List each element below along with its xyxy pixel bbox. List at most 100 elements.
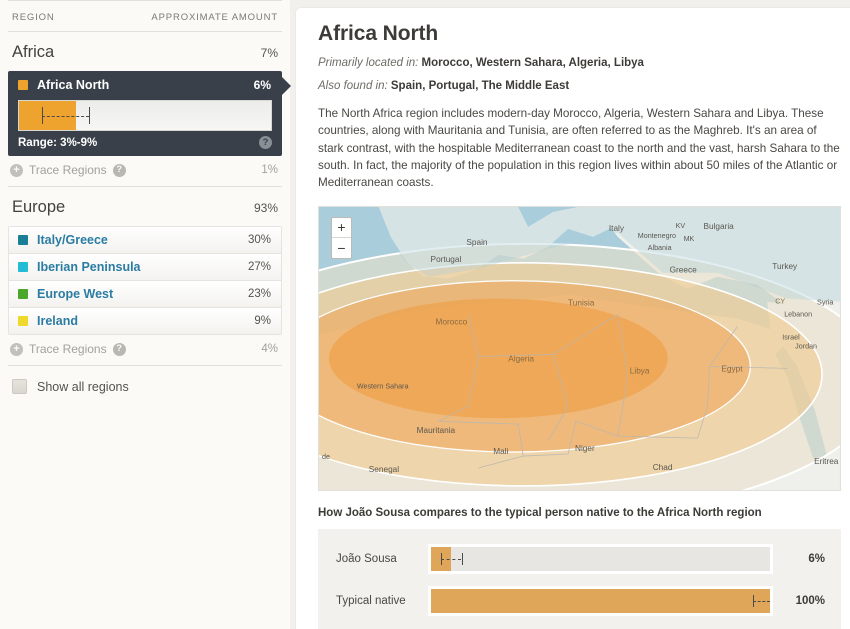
region-percent: 9% — [254, 315, 271, 327]
map-label: Egypt — [721, 364, 743, 373]
regions-sidebar: REGION APPROXIMATE AMOUNT Africa 7% Afri… — [0, 0, 291, 629]
comparison-label: Typical native — [336, 594, 406, 607]
region-detail-panel: Africa North Primarily located in: Moroc… — [290, 0, 850, 629]
map-label: Spain — [466, 237, 488, 246]
map-label: Niger — [575, 444, 595, 453]
region-color-swatch — [18, 235, 28, 245]
comparison-row-user: João Sousa 6% — [328, 541, 825, 577]
trace-regions-percent: 1% — [261, 164, 278, 176]
trace-regions-row-africa[interactable]: + Trace Regions ? 1% — [8, 156, 282, 187]
comparison-dashed-connector — [753, 600, 770, 602]
region-row-italy-greece[interactable]: Italy/Greece 30% — [9, 227, 281, 254]
map-label: CY — [775, 297, 785, 305]
map-label: MK — [684, 234, 695, 242]
range-label-row: Range: 3%-9% ? — [8, 131, 282, 156]
map-label: Lebanon — [784, 310, 812, 318]
column-header-amount: APPROXIMATE AMOUNT — [151, 12, 278, 23]
comparison-label: João Sousa — [336, 552, 397, 565]
group-name-europe: Europe — [12, 198, 66, 216]
group-header-europe[interactable]: Europe 93% — [8, 187, 282, 226]
map-label: Libya — [630, 366, 650, 375]
zoom-out-button[interactable]: − — [332, 238, 351, 258]
map-label: Mali — [493, 447, 508, 456]
map-label: Syria — [817, 298, 833, 306]
map-label: Morocco — [436, 317, 468, 326]
region-color-swatch — [18, 262, 28, 272]
comparison-track — [428, 585, 773, 616]
map-label: Jordan — [795, 342, 817, 350]
page-title: Africa North — [318, 22, 439, 45]
comparison-chart: João Sousa 6% Typical native 100% — [318, 528, 841, 629]
column-header-region: REGION — [12, 12, 55, 23]
comparison-tick-high — [461, 552, 463, 565]
region-row-europe-west[interactable]: Europe West 23% — [9, 281, 281, 308]
comparison-heading: How João Sousa compares to the typical p… — [318, 506, 762, 519]
map-label: de — [322, 453, 330, 461]
region-color-swatch — [18, 289, 28, 299]
comparison-row-native: Typical native 100% — [328, 583, 825, 619]
plus-circle-icon[interactable]: + — [10, 163, 23, 177]
region-name[interactable]: Ireland — [37, 314, 78, 328]
region-percent: 30% — [247, 234, 271, 246]
map-label: Tunisia — [568, 298, 595, 307]
group-percent-africa: 7% — [260, 46, 278, 60]
selected-region-percent: 6% — [253, 78, 271, 92]
range-tick-high — [89, 107, 91, 124]
plus-circle-icon[interactable]: + — [10, 342, 23, 356]
map-label: Montenegro — [638, 231, 676, 239]
trace-regions-row-europe[interactable]: + Trace Regions ? 4% — [8, 335, 282, 366]
comparison-fill — [431, 588, 770, 613]
region-name[interactable]: Europe West — [37, 287, 113, 301]
ethnicity-results-page: REGION APPROXIMATE AMOUNT Africa 7% Afri… — [0, 0, 850, 629]
primarily-located-label: Primarily located in: — [318, 57, 419, 69]
question-mark-icon[interactable]: ? — [112, 163, 126, 177]
region-row-iberian-peninsula[interactable]: Iberian Peninsula 27% — [9, 254, 281, 281]
region-percent: 27% — [247, 261, 271, 273]
group-header-africa[interactable]: Africa 7% — [8, 32, 282, 71]
range-dashed-connector — [42, 115, 90, 117]
map-country-labels: Spain Portugal Italy MontenegroKV MK Albania B… — [322, 221, 839, 474]
comparison-tick-high — [770, 595, 771, 607]
map-label: Mauritania — [417, 426, 456, 435]
map-label: Portugal — [431, 254, 462, 263]
region-name[interactable]: Iberian Peninsula — [37, 260, 141, 274]
primarily-located-value: Morocco, Western Sahara, Algeria, Libya — [421, 57, 644, 69]
zoom-in-button[interactable]: + — [332, 218, 351, 238]
selected-region-card-africa-north[interactable]: Africa North 6% Range: 3%-9% ? — [8, 71, 291, 156]
region-map[interactable]: + − Spain Portugal Italy Montenegro KV MK Alba… — [318, 205, 841, 491]
show-all-regions-label: Show all regions — [37, 379, 129, 394]
also-found-value: Spain, Portugal, The Middle East — [390, 80, 570, 92]
comparison-percent: 100% — [795, 594, 825, 607]
primarily-located-line: Primarily located in: Morocco, Western S… — [318, 57, 841, 69]
map-label: Chad — [653, 463, 673, 472]
comparison-dashed-connector — [441, 558, 462, 560]
region-name[interactable]: Italy/Greece — [37, 233, 108, 247]
comparison-percent: 6% — [808, 552, 825, 565]
detail-card: Africa North Primarily located in: Moroc… — [296, 8, 850, 629]
europe-region-list: Italy/Greece 30% Iberian Peninsula 27% E… — [8, 226, 282, 335]
map-label: Bulgaria — [704, 221, 735, 230]
also-found-label: Also found in: — [318, 80, 388, 92]
region-row-ireland[interactable]: Ireland 9% — [9, 308, 281, 334]
range-label-text: Range: 3%-9% — [18, 136, 98, 149]
question-mark-icon[interactable]: ? — [112, 342, 126, 356]
trace-regions-label: Trace Regions — [29, 163, 107, 177]
map-label: Senegal — [369, 465, 399, 474]
question-mark-icon[interactable]: ? — [259, 136, 272, 149]
region-description: The North Africa region includes modern-… — [318, 107, 840, 190]
map-label: Albania — [648, 243, 672, 251]
selected-region-row[interactable]: Africa North 6% — [8, 71, 282, 99]
map-zoom-controls[interactable]: + − — [331, 216, 352, 259]
trace-regions-label: Trace Regions — [29, 342, 107, 356]
also-found-line: Also found in: Spain, Portugal, The Midd… — [318, 80, 841, 92]
range-slider[interactable] — [18, 100, 272, 131]
selected-region-name: Africa North — [37, 78, 110, 92]
map-label: Eritrea — [814, 457, 839, 466]
region-percent: 23% — [247, 288, 271, 300]
group-name-africa: Africa — [12, 43, 55, 61]
comparison-track — [428, 543, 773, 574]
map-label: Algeria — [508, 354, 534, 363]
show-all-regions-toggle[interactable]: Show all regions — [8, 366, 282, 394]
checkbox-icon[interactable] — [12, 379, 27, 394]
map-label: Italy — [609, 223, 625, 232]
